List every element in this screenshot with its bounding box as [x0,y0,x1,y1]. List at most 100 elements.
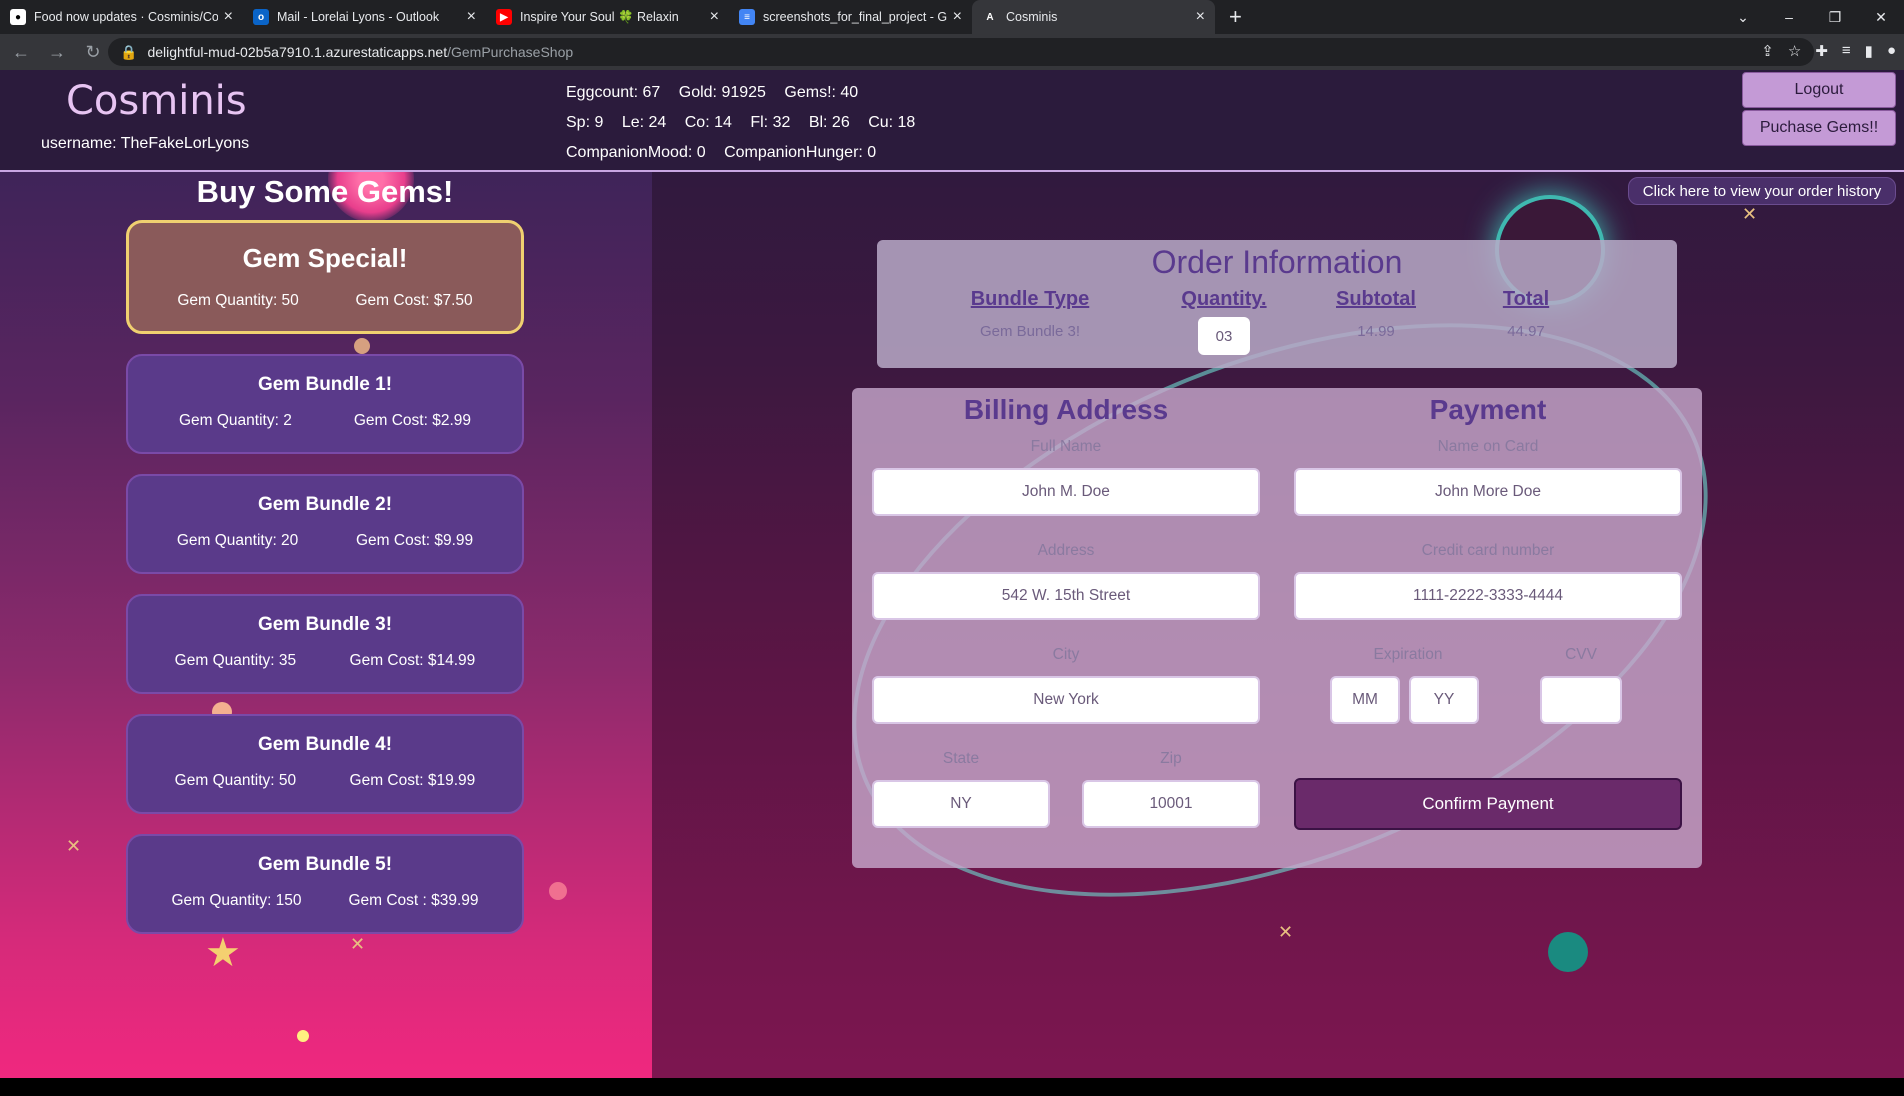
bundle-quantity: Gem Quantity: 50 [177,292,299,309]
lock-icon: 🔒 [120,43,138,60]
credit-card-label: Credit card number [1421,542,1555,559]
close-icon[interactable]: × [1196,8,1205,26]
address-input[interactable]: 542 W. 15th Street [872,572,1260,620]
sparkle-decoration: ✕ [1278,922,1294,942]
zip-input[interactable]: 10001 [1082,780,1260,828]
close-icon[interactable]: × [710,8,719,26]
youtube-icon: ▶ [496,9,512,25]
bundle-quantity: Gem Quantity: 35 [174,652,297,669]
address-label: Address [1037,542,1095,559]
bundle-cost: Gem Cost: $14.99 [349,652,476,669]
stats-row-currency: Eggcount: 67 Gold: 91925 Gems!: 40 [566,78,929,108]
forward-icon[interactable]: → [42,42,72,63]
sparkle-decoration: ✕ [350,934,366,954]
bundle-quantity: Gem Quantity: 2 [178,412,292,429]
cvv-label: CVV [1565,646,1597,663]
total-value: 44.97 [1507,323,1545,340]
chevron-down-icon[interactable]: ⌄ [1720,9,1766,26]
browser-tab[interactable]: o Mail - Lorelai Lyons - Outlook × [243,0,486,34]
bundle-name: Gem Special! [242,243,408,273]
order-total-column: Total 44.97 [1451,288,1601,340]
stat-co: Co: 14 [684,114,732,131]
quantity-header: Quantity. [1181,288,1267,310]
zip-label: Zip [1160,750,1182,767]
payment-title: Payment [1429,394,1547,425]
bundle-quantity: Gem Quantity: 150 [171,892,302,909]
gem-bundle-card-5[interactable]: Gem Bundle 5! Gem Quantity: 150 Gem Cost… [126,834,524,934]
app-header: Cosminis username: TheFakeLorLyons Eggco… [0,70,1904,172]
close-window-icon[interactable]: ✕ [1858,9,1904,26]
star-icon[interactable]: ☆ [1788,42,1801,60]
purchase-gems-button[interactable]: Puchase Gems!! [1742,110,1896,146]
app-viewport: ★ ✕ ✕ ✕ ✕ ✕ Cosminis username: TheFakeLo… [0,70,1904,1078]
credit-card-input[interactable]: 1111-2222-3333-4444 [1294,572,1682,620]
browser-tab[interactable]: ● Food now updates · Cosminis/Co × [0,0,243,34]
taskbar-strip [0,1078,1904,1096]
billing-title: Billing Address [963,394,1169,425]
close-icon[interactable]: × [953,8,962,26]
stat-fl: Fl: 32 [750,114,791,131]
confirm-payment-button[interactable]: Confirm Payment [1294,778,1682,830]
outlook-icon: o [253,9,269,25]
media-icon[interactable]: ≡ [1842,42,1851,60]
cvv-input[interactable] [1540,676,1622,724]
logout-button[interactable]: Logout [1742,72,1896,108]
close-icon[interactable]: × [224,8,233,26]
bundle-name: Gem Bundle 2! [257,494,393,515]
close-icon[interactable]: × [467,8,476,26]
gem-bundle-card-special[interactable]: Gem Special! Gem Quantity: 50 Gem Cost: … [126,220,524,334]
stats-row-attributes: Sp: 9 Le: 24 Co: 14 Fl: 32 Bl: 26 Cu: 18 [566,108,929,138]
github-icon: ● [10,9,26,25]
new-tab-icon[interactable]: + [1229,4,1242,30]
azure-icon: A [986,11,994,23]
state-input[interactable]: NY [872,780,1050,828]
bundle-name: Gem Bundle 3! [257,614,393,635]
share-icon[interactable]: ⇪ [1761,42,1774,60]
order-quantity-column: Quantity. 03 [1149,288,1299,355]
name-on-card-input[interactable]: John More Doe [1294,468,1682,516]
tab-title: Food now updates · Cosminis/Co [34,10,218,24]
city-input[interactable]: New York [872,676,1260,724]
stat-cu: Cu: 18 [868,114,916,131]
quantity-input[interactable]: 03 [1198,317,1250,355]
order-subtotal-column: Subtotal 14.99 [1301,288,1451,340]
username-label: username: TheFakeLorLyons [41,135,250,152]
browser-tab-active[interactable]: A Cosminis × [972,0,1215,34]
extensions-icon[interactable]: ✚ [1815,42,1828,60]
bundle-cost: Gem Cost: $2.99 [353,412,471,429]
app-logo[interactable]: Cosminis [66,78,247,124]
planet-decoration [297,1030,309,1042]
stat-le: Le: 24 [621,114,667,131]
tab-title: Mail - Lorelai Lyons - Outlook [277,10,440,24]
sidepanel-icon[interactable]: ▮ [1865,42,1873,60]
browser-tab[interactable]: ≡ screenshots_for_final_project - G × [729,0,972,34]
reload-icon[interactable]: ↻ [78,42,108,63]
gem-bundle-card-1[interactable]: Gem Bundle 1! Gem Quantity: 2 Gem Cost: … [126,354,524,454]
bundle-quantity: Gem Quantity: 50 [174,772,297,789]
order-history-button[interactable]: Click here to view your order history [1628,177,1896,205]
full-name-input[interactable]: John M. Doe [872,468,1260,516]
order-bundle-column: Bundle Type Gem Bundle 3! [955,288,1105,340]
address-bar: ← → ↻ 🔒 delightful-mud-02b5a7910.1.azure… [0,34,1904,70]
back-icon[interactable]: ← [6,42,36,63]
shop-title: Buy Some Gems! [196,174,454,209]
url-input[interactable]: 🔒 delightful-mud-02b5a7910.1.azurestatic… [108,38,1814,66]
gem-bundle-card-4[interactable]: Gem Bundle 4! Gem Quantity: 50 Gem Cost:… [126,714,524,814]
gem-bundle-card-2[interactable]: Gem Bundle 2! Gem Quantity: 20 Gem Cost:… [126,474,524,574]
bundle-cost: Gem Cost: $19.99 [349,772,476,789]
expiration-month-input[interactable]: MM [1330,676,1400,724]
tab-title: screenshots_for_final_project - G [763,10,947,24]
tab-title: Cosminis [1006,10,1058,24]
bundle-cost: Gem Cost : $39.99 [348,892,479,909]
bundle-cost: Gem Cost: $9.99 [355,532,474,549]
gem-bundle-card-3[interactable]: Gem Bundle 3! Gem Quantity: 35 Gem Cost:… [126,594,524,694]
docs-icon: ≡ [739,9,755,25]
minimize-icon[interactable]: – [1766,9,1812,25]
browser-tab[interactable]: ▶ Inspire Your Soul 🍀 Relaxin × [486,0,729,34]
restore-icon[interactable]: ❐ [1812,9,1858,26]
profile-avatar-icon[interactable]: ● [1887,42,1896,60]
expiration-year-input[interactable]: YY [1409,676,1479,724]
toolbar-icons: ⇪ ☆ ✚ ≡ ▮ ● [1761,42,1896,60]
window-controls: ⌄ – ❐ ✕ [1720,0,1904,34]
url-path: /GemPurchaseShop [447,44,574,60]
